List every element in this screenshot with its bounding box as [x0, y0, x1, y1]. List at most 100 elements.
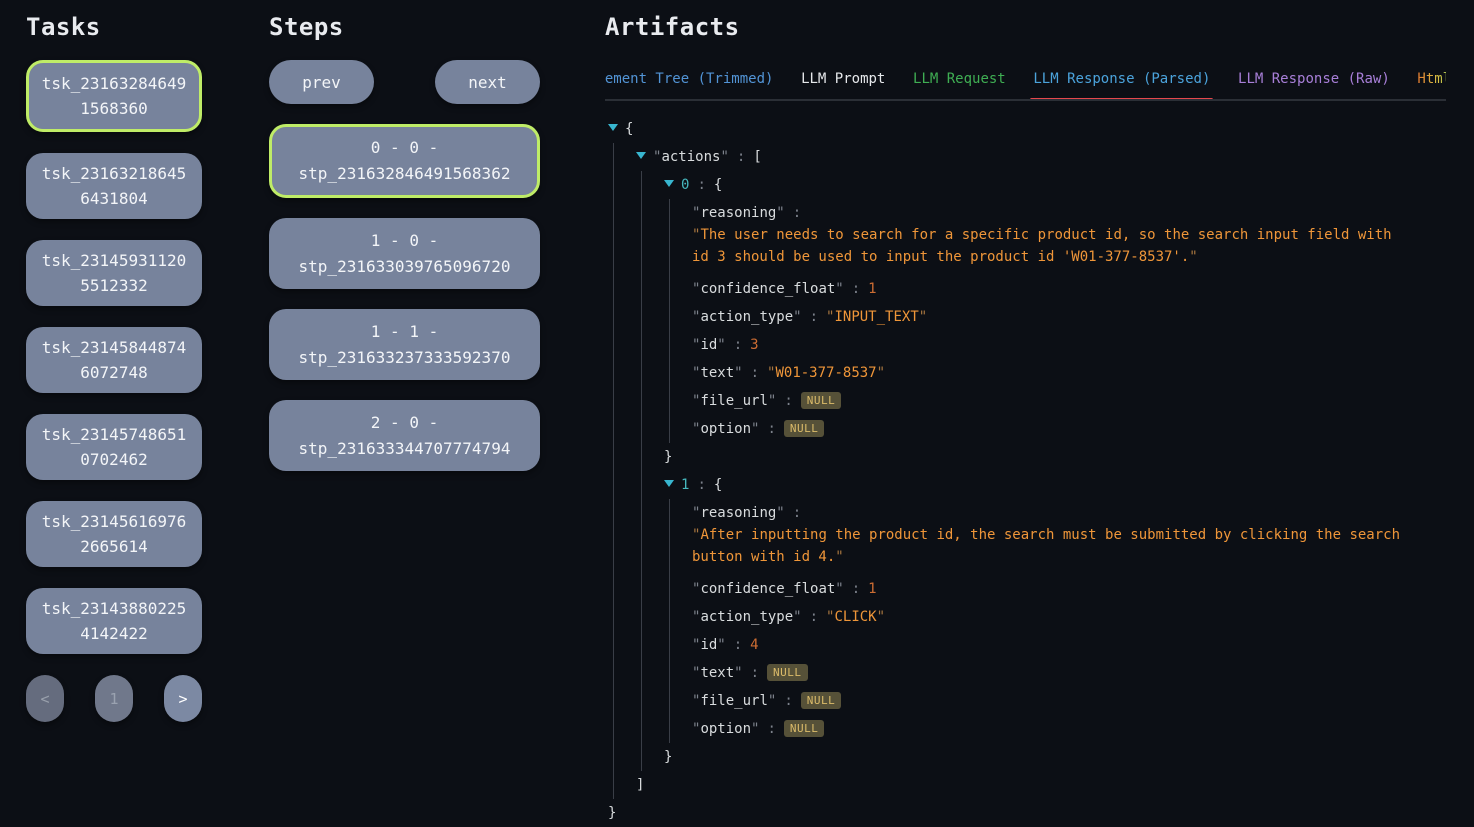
step-button[interactable]: 1 - 0 - stp_231633039765096720	[269, 218, 540, 289]
step-label: 1 - 1 - stp_231633237333592370	[293, 319, 516, 371]
tasks-title: Tasks	[26, 12, 202, 42]
pagination-next-button[interactable]: >	[164, 675, 202, 722]
json-string-value: INPUT_TEXT	[826, 309, 927, 325]
json-row-confidence: confidence_float:1	[692, 275, 1446, 303]
task-id: tsk_231457486510702462	[39, 422, 189, 472]
task-id: tsk_231438802254142422	[39, 596, 189, 646]
null-badge: NULL	[801, 692, 842, 709]
json-key: confidence_float	[692, 281, 844, 297]
json-item-0-close: }	[664, 443, 1446, 471]
null-badge: NULL	[784, 420, 825, 437]
step-button[interactable]: 2 - 0 - stp_231633344707774794	[269, 400, 540, 471]
json-row-reasoning: reasoning:	[692, 499, 1446, 527]
json-row-id: id:4	[692, 631, 1446, 659]
collapse-arrow-icon[interactable]	[636, 152, 646, 159]
json-key: file_url	[692, 693, 776, 709]
tab-html-raw[interactable]: Html (Raw)	[1417, 70, 1446, 99]
task-id: tsk_231632186456431804	[39, 161, 189, 211]
null-badge: NULL	[784, 720, 825, 737]
json-key: option	[692, 721, 759, 737]
json-array-index: 1	[681, 477, 689, 493]
tab-llm-request[interactable]: LLM Request	[913, 70, 1006, 99]
json-key: option	[692, 421, 759, 437]
artifacts-title: Artifacts	[605, 12, 1446, 42]
task-button[interactable]: tsk_231456169762665614	[26, 501, 202, 567]
json-number-value: 1	[868, 581, 876, 597]
json-root-close: }	[608, 799, 1446, 827]
step-button[interactable]: 0 - 0 - stp_231632846491568362	[269, 124, 540, 198]
indent-guide: reasoning: After inputting the product i…	[669, 499, 1446, 743]
step-label: 0 - 0 - stp_231632846491568362	[292, 135, 517, 187]
json-item-0-open: 0:{	[664, 171, 1446, 199]
indent-guide: actions:[ 0:{ reasoning: The user needs …	[613, 143, 1446, 799]
step-button[interactable]: 1 - 1 - stp_231633237333592370	[269, 309, 540, 380]
json-key: id	[692, 637, 726, 653]
step-label: 2 - 0 - stp_231633344707774794	[293, 410, 516, 462]
json-number-value: 3	[750, 337, 758, 353]
json-key: confidence_float	[692, 581, 844, 597]
json-item-1-open: 1:{	[664, 471, 1446, 499]
task-button[interactable]: tsk_231457486510702462	[26, 414, 202, 480]
json-key: id	[692, 337, 726, 353]
tasks-panel: Tasks tsk_231632846491568360 tsk_2316321…	[26, 12, 202, 722]
json-number-value: 1	[868, 281, 876, 297]
artifacts-tab-bar: Element Tree (Trimmed) LLM Prompt LLM Re…	[605, 68, 1446, 101]
json-actions-close: ]	[636, 771, 1446, 799]
artifacts-panel: Artifacts Element Tree (Trimmed) LLM Pro…	[605, 12, 1446, 827]
json-row-confidence: confidence_float:1	[692, 575, 1446, 603]
collapse-arrow-icon[interactable]	[608, 124, 618, 131]
next-step-button[interactable]: next	[435, 60, 540, 104]
json-key: actions	[653, 149, 729, 165]
task-button[interactable]: tsk_231632186456431804	[26, 153, 202, 219]
json-item-1-close: }	[664, 743, 1446, 771]
tab-llm-response-parsed[interactable]: LLM Response (Parsed)	[1033, 70, 1210, 99]
step-label: 1 - 0 - stp_231633039765096720	[293, 228, 516, 280]
tab-llm-prompt[interactable]: LLM Prompt	[801, 70, 885, 99]
pagination-prev-button[interactable]: <	[26, 675, 64, 722]
task-id: tsk_231458448746072748	[39, 335, 189, 385]
json-string-value: After inputting the product id, the sear…	[692, 524, 1417, 568]
json-actions-open: actions:[	[636, 143, 1446, 171]
json-string-value: W01-377-8537	[767, 365, 885, 381]
json-viewer: { actions:[ 0:{ reasoning: The user need…	[608, 115, 1446, 827]
json-key: reasoning	[692, 505, 785, 521]
json-row-file-url: file_url:NULL	[692, 687, 1446, 715]
task-button[interactable]: tsk_231459311205512332	[26, 240, 202, 306]
json-root-open: {	[608, 115, 1446, 143]
indent-guide: reasoning: The user needs to search for …	[669, 199, 1446, 443]
json-number-value: 4	[750, 637, 758, 653]
tab-element-tree-trimmed[interactable]: Element Tree (Trimmed)	[605, 70, 773, 99]
json-row-text: text:NULL	[692, 659, 1446, 687]
null-badge: NULL	[767, 664, 808, 681]
json-key: text	[692, 665, 743, 681]
task-button[interactable]: tsk_231438802254142422	[26, 588, 202, 654]
json-row-text: text:W01-377-8537	[692, 359, 1446, 387]
prev-step-button[interactable]: prev	[269, 60, 374, 104]
task-id: tsk_231459311205512332	[39, 248, 189, 298]
task-id: tsk_231456169762665614	[39, 509, 189, 559]
tasks-pagination: < 1 >	[26, 675, 202, 722]
null-badge: NULL	[801, 392, 842, 409]
json-row-option: option:NULL	[692, 715, 1446, 743]
json-array-index: 0	[681, 177, 689, 193]
json-key: action_type	[692, 309, 802, 325]
json-row-reasoning: reasoning:	[692, 199, 1446, 227]
task-id: tsk_231632846491568360	[39, 71, 189, 121]
json-key: reasoning	[692, 205, 785, 221]
collapse-arrow-icon[interactable]	[664, 180, 674, 187]
json-row-action-type: action_type:INPUT_TEXT	[692, 303, 1446, 331]
tab-llm-response-raw[interactable]: LLM Response (Raw)	[1238, 70, 1390, 99]
json-row-option: option:NULL	[692, 415, 1446, 443]
collapse-arrow-icon[interactable]	[664, 480, 674, 487]
indent-guide: 0:{ reasoning: The user needs to search …	[641, 171, 1446, 771]
json-row-id: id:3	[692, 331, 1446, 359]
pagination-page-button[interactable]: 1	[95, 675, 133, 722]
task-button[interactable]: tsk_231632846491568360	[26, 60, 202, 132]
json-key: text	[692, 365, 743, 381]
json-string-value: CLICK	[826, 609, 885, 625]
steps-panel: Steps prev next 0 - 0 - stp_231632846491…	[269, 12, 540, 491]
task-button[interactable]: tsk_231458448746072748	[26, 327, 202, 393]
json-key: file_url	[692, 393, 776, 409]
json-row-file-url: file_url:NULL	[692, 387, 1446, 415]
json-key: action_type	[692, 609, 802, 625]
